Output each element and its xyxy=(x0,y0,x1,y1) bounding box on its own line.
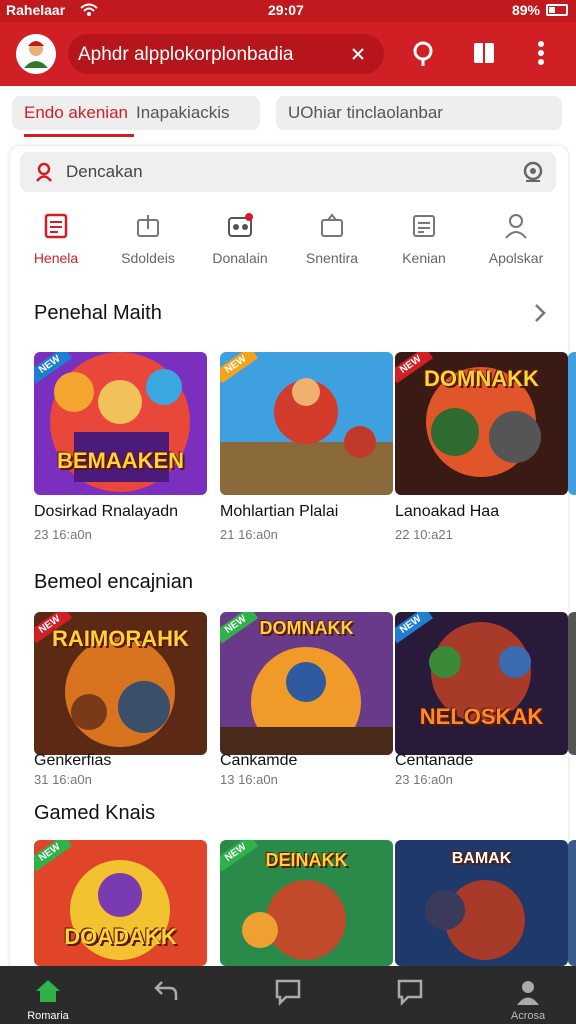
filter-chip-1[interactable]: Endo akenian Inapakiackis xyxy=(12,96,260,137)
tile-title: Dosirkad Rnalayadn xyxy=(34,503,179,520)
status-battery-text: 89% xyxy=(511,2,540,18)
search-icon[interactable] xyxy=(410,40,436,68)
filter-chip-2[interactable]: UOhiar tinclaolanbar xyxy=(276,96,562,130)
next-tile-peek[interactable] xyxy=(568,840,576,966)
category-label: Kenian xyxy=(402,250,446,266)
tile-logo: DOADAKK xyxy=(64,924,177,949)
app-header: Aphdr alpplokorplonbadia xyxy=(0,22,576,86)
bottom-navigation: Romaria Acrosa xyxy=(0,966,576,1024)
filter-chip-label: Endo akenian xyxy=(24,103,128,122)
nav-back[interactable] xyxy=(118,966,214,1024)
tile-logo: DOMNAKK xyxy=(259,618,354,638)
tile-meta: 22 10:a21 xyxy=(395,527,453,542)
tile-meta: 31 16:a0n xyxy=(34,772,92,787)
category-apolskar[interactable]: Apolskar xyxy=(470,206,562,266)
nav-messages[interactable] xyxy=(362,966,458,1024)
category-label: Henela xyxy=(33,250,79,266)
tile-title: Lanoakad Haa xyxy=(395,503,500,520)
nav-chat[interactable] xyxy=(240,966,336,1024)
status-time: 29:07 xyxy=(268,2,304,18)
bag-icon xyxy=(321,213,343,237)
person-icon xyxy=(505,214,527,239)
undo-icon xyxy=(154,981,178,1000)
more-vertical-icon[interactable] xyxy=(536,40,546,66)
game-tile[interactable]: NEW xyxy=(220,352,393,495)
category-donalain[interactable]: Donalain xyxy=(194,206,286,266)
tile-title: Cankamde xyxy=(220,752,298,769)
tile-title: Genkerfias xyxy=(34,752,112,769)
tile-meta: 21 16:a0n xyxy=(220,527,278,542)
avatar[interactable] xyxy=(16,34,56,74)
category-label: Apolskar xyxy=(488,250,544,266)
game-art xyxy=(220,352,393,495)
filter-bar: Endo akenian Inapakiackis UOhiar tinclao… xyxy=(0,86,576,146)
active-tab-underline xyxy=(24,134,134,137)
share-icon xyxy=(137,215,159,237)
gamepad-icon xyxy=(228,213,253,237)
nav-account[interactable]: Acrosa xyxy=(480,966,576,1024)
tile-title: Centanade xyxy=(395,752,474,769)
tile-logo: NELOSKAK xyxy=(419,704,544,729)
search-placeholder: Dencakan xyxy=(66,162,143,181)
game-art xyxy=(395,612,568,755)
category-kenian[interactable]: Kenian xyxy=(378,206,470,266)
header-search-field[interactable]: Aphdr alpplokorplonbadia xyxy=(68,34,384,74)
chat-bubble-icon xyxy=(275,979,301,1006)
filter-chip-label: Inapakiackis xyxy=(136,103,230,122)
filter-chip-label: UOhiar tinclaolanbar xyxy=(288,103,443,122)
section-title: Gamed Knais xyxy=(34,802,156,824)
header-search-text: Aphdr alpplokorplonbadia xyxy=(78,44,294,65)
calendar-icon xyxy=(413,215,435,237)
game-tile[interactable]: BAMAK xyxy=(395,840,568,966)
chevron-right-icon[interactable] xyxy=(534,303,546,323)
user-pin-icon xyxy=(36,162,52,182)
home-icon xyxy=(36,980,60,1002)
game-tile[interactable]: NEW DOADAKK xyxy=(34,840,207,966)
battery-icon xyxy=(546,4,568,16)
tile-title: Mohlartian Plalai xyxy=(220,503,339,520)
category-snentira[interactable]: Snentira xyxy=(286,206,378,266)
category-label: Sdoldeis xyxy=(121,250,175,266)
next-tile-peek[interactable] xyxy=(568,352,576,495)
nav-label: Romaria xyxy=(27,1010,69,1022)
book-icon[interactable] xyxy=(472,40,496,66)
tile-logo: RAIMORAHK xyxy=(52,626,189,651)
nav-home[interactable]: Romaria xyxy=(0,966,96,1024)
section-title: Bemeol encajnian xyxy=(34,571,193,593)
next-tile-peek[interactable] xyxy=(568,612,576,755)
nav-label: Acrosa xyxy=(510,1010,546,1022)
tile-logo: DEINAKK xyxy=(265,850,348,870)
category-sdoldeis[interactable]: Sdoldeis xyxy=(102,206,194,266)
game-tile[interactable]: NEW DOMNAKK xyxy=(220,612,393,755)
search-input[interactable]: Dencakan xyxy=(20,152,556,192)
status-carrier: Rahelaar xyxy=(6,2,66,18)
avatar-image xyxy=(16,34,56,74)
category-label: Donalain xyxy=(212,250,268,266)
document-icon xyxy=(44,213,68,239)
location-icon[interactable] xyxy=(522,161,544,183)
game-tile[interactable]: NEW NELOSKAK xyxy=(395,612,568,755)
category-label: Snentira xyxy=(305,250,359,266)
section-title: Penehal Maith xyxy=(34,302,162,324)
category-henela[interactable]: Henela xyxy=(10,206,102,266)
message-icon xyxy=(397,979,423,1006)
account-icon xyxy=(517,981,539,1005)
clear-icon[interactable] xyxy=(350,46,366,62)
game-tile[interactable]: NEW DOMNAKK xyxy=(395,352,568,495)
tile-logo: BEMAAKEN xyxy=(56,448,185,473)
game-tile[interactable]: NEW DEINAKK xyxy=(220,840,393,966)
tile-meta: 23 16:a0n xyxy=(34,527,92,542)
tile-meta: 13 16:a0n xyxy=(220,772,278,787)
game-tile[interactable]: NEW BEMAAKEN xyxy=(34,352,207,495)
wifi-icon xyxy=(80,3,98,16)
tile-meta: 23 16:a0n xyxy=(395,772,453,787)
tile-logo: BAMAK xyxy=(451,850,512,867)
tile-logo: DOMNAKK xyxy=(424,366,539,391)
game-tile[interactable]: NEW RAIMORAHK xyxy=(34,612,207,755)
status-bar: Rahelaar 29:07 89% xyxy=(0,0,576,22)
category-row: Henela Sdoldeis Donalain Snentira Kenian… xyxy=(10,206,566,276)
